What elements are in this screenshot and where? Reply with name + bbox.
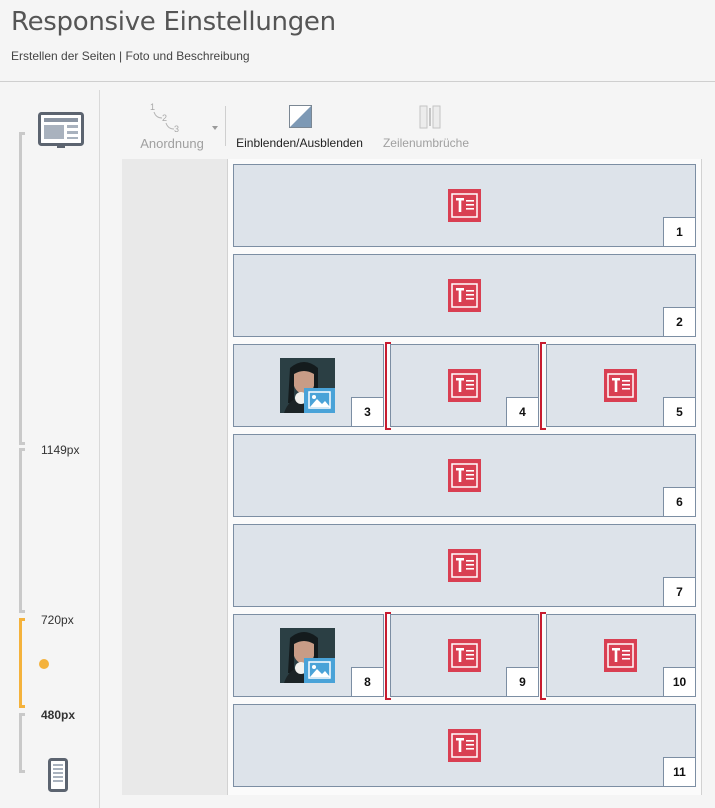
text-block-icon xyxy=(448,459,481,492)
cell-number: 8 xyxy=(351,667,384,697)
cell-number: 3 xyxy=(351,397,384,427)
breakpoint-segment-tablet-large[interactable] xyxy=(19,448,25,613)
text-block-icon xyxy=(448,729,481,762)
line-break-button[interactable]: Zeilenumbrüche xyxy=(376,96,476,156)
breakpoint-label-720: 720px xyxy=(41,613,74,627)
cell-number: 4 xyxy=(506,397,539,427)
show-hide-label: Einblenden/Ausblenden xyxy=(236,136,363,150)
page-subtitle: Erstellen der Seiten | Foto und Beschrei… xyxy=(11,49,250,63)
content-cell[interactable]: 10 xyxy=(546,614,696,697)
line-break-icon xyxy=(419,105,441,129)
svg-text:2: 2 xyxy=(162,113,167,123)
content-cell[interactable]: 2 xyxy=(233,254,696,337)
text-block-icon xyxy=(604,639,637,672)
text-block-icon xyxy=(448,279,481,312)
show-hide-icon xyxy=(289,105,312,128)
breakpoint-segment-mobile[interactable] xyxy=(19,713,25,773)
text-block-icon xyxy=(448,369,481,402)
content-cell[interactable]: 3 xyxy=(233,344,384,427)
text-block-icon xyxy=(448,639,481,672)
text-block-icon xyxy=(448,549,481,582)
page-title: Responsive Einstellungen xyxy=(11,7,336,37)
text-block-icon xyxy=(604,369,637,402)
content-cell[interactable]: 9 xyxy=(390,614,539,697)
page-header: Responsive Einstellungen Erstellen der S… xyxy=(0,0,715,82)
arrange-label: Anordnung xyxy=(140,136,204,151)
cell-number: 7 xyxy=(663,577,696,607)
breakpoint-segment-desktop[interactable] xyxy=(19,132,25,445)
breakpoint-label-1149: 1149px xyxy=(41,443,80,457)
svg-text:3: 3 xyxy=(174,124,179,134)
breakpoint-label-480: 480px xyxy=(41,708,76,722)
numbered-order-icon: 1 2 3 xyxy=(150,102,179,134)
cell-number: 2 xyxy=(663,307,696,337)
phone-icon[interactable] xyxy=(48,758,68,792)
arrange-button[interactable]: 1 2 3 Anordnung xyxy=(122,96,222,156)
content-cell[interactable]: 6 xyxy=(233,434,696,517)
toolbar-divider xyxy=(225,106,226,146)
cell-number: 6 xyxy=(663,487,696,517)
cell-number: 10 xyxy=(663,667,696,697)
chevron-down-icon[interactable] xyxy=(212,126,218,130)
breakpoint-segment-active[interactable] xyxy=(19,618,25,708)
toolbar: 1 2 3 Anordnung Einblenden/Ausblenden Ze… xyxy=(122,96,702,158)
show-hide-button[interactable]: Einblenden/Ausblenden xyxy=(232,96,367,156)
desktop-icon[interactable] xyxy=(38,112,84,150)
line-break-label: Zeilenumbrüche xyxy=(382,136,470,150)
layout-grid: 1 2 3 4 5 6 7 8 9 10 11 xyxy=(227,159,702,795)
breakpoint-rail: 1149px 720px 480px xyxy=(0,90,100,808)
breakpoint-current-dot[interactable] xyxy=(39,659,49,669)
cell-number: 9 xyxy=(506,667,539,697)
image-thumbnail xyxy=(280,358,335,413)
content-cell[interactable]: 7 xyxy=(233,524,696,607)
cell-number: 5 xyxy=(663,397,696,427)
cell-number: 11 xyxy=(663,757,696,787)
content-cell[interactable]: 11 xyxy=(233,704,696,787)
content-cell[interactable]: 8 xyxy=(233,614,384,697)
svg-text:1: 1 xyxy=(150,102,155,112)
cell-number: 1 xyxy=(663,217,696,247)
image-thumbnail xyxy=(280,628,335,683)
content-cell[interactable]: 4 xyxy=(390,344,539,427)
text-block-icon xyxy=(448,189,481,222)
content-cell[interactable]: 5 xyxy=(546,344,696,427)
content-cell[interactable]: 1 xyxy=(233,164,696,247)
